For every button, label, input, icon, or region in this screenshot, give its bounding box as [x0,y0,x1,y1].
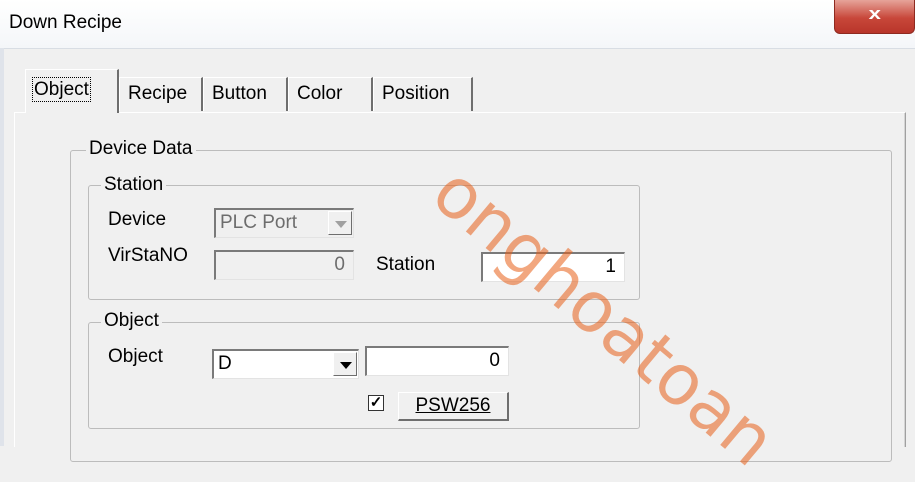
station-group [88,185,640,300]
object-label: Object [108,346,163,367]
object-type-value: D [218,353,232,374]
tab-recipe[interactable]: Recipe [119,77,203,111]
virstano-value: 0 [334,254,345,275]
tab-color[interactable]: Color [288,77,373,111]
tab-button[interactable]: Button [203,77,288,111]
title-bar: Down Recipe x [0,0,915,49]
psw256-button[interactable]: PSW256 [398,392,509,421]
window-title: Down Recipe [9,12,122,33]
psw-checkbox[interactable]: ✓ [368,395,384,411]
station-group-label: Station [101,174,167,196]
chevron-down-icon [328,211,352,235]
object-type-select[interactable]: D [212,349,359,379]
object-address-value: 0 [489,350,500,371]
tab-position[interactable]: Position [373,77,473,111]
close-icon: x [868,4,881,23]
psw256-button-label: PSW256 [415,395,491,416]
object-address-field[interactable]: 0 [365,346,509,376]
tab-color-label: Color [297,83,343,104]
device-data-label: Device Data [86,138,196,160]
station-label: Station [376,254,436,275]
tab-object[interactable]: Object [25,69,119,113]
chevron-down-icon[interactable] [333,352,357,376]
tab-button-label: Button [212,83,267,104]
device-select: PLC Port [214,208,354,238]
station-field[interactable]: 1 [481,252,625,282]
object-group-label: Object [101,310,162,332]
station-value: 1 [605,256,616,277]
tab-position-label: Position [382,83,450,104]
close-button[interactable]: x [834,0,915,34]
dialog-edge [0,48,4,446]
virstano-label: VirStaNO [108,245,188,266]
device-select-value: PLC Port [220,212,298,233]
tab-object-label: Object [32,77,91,102]
check-icon: ✓ [369,394,383,411]
device-label: Device [108,209,167,230]
tab-recipe-label: Recipe [128,83,188,104]
object-group [88,322,640,429]
virstano-field: 0 [214,250,354,280]
